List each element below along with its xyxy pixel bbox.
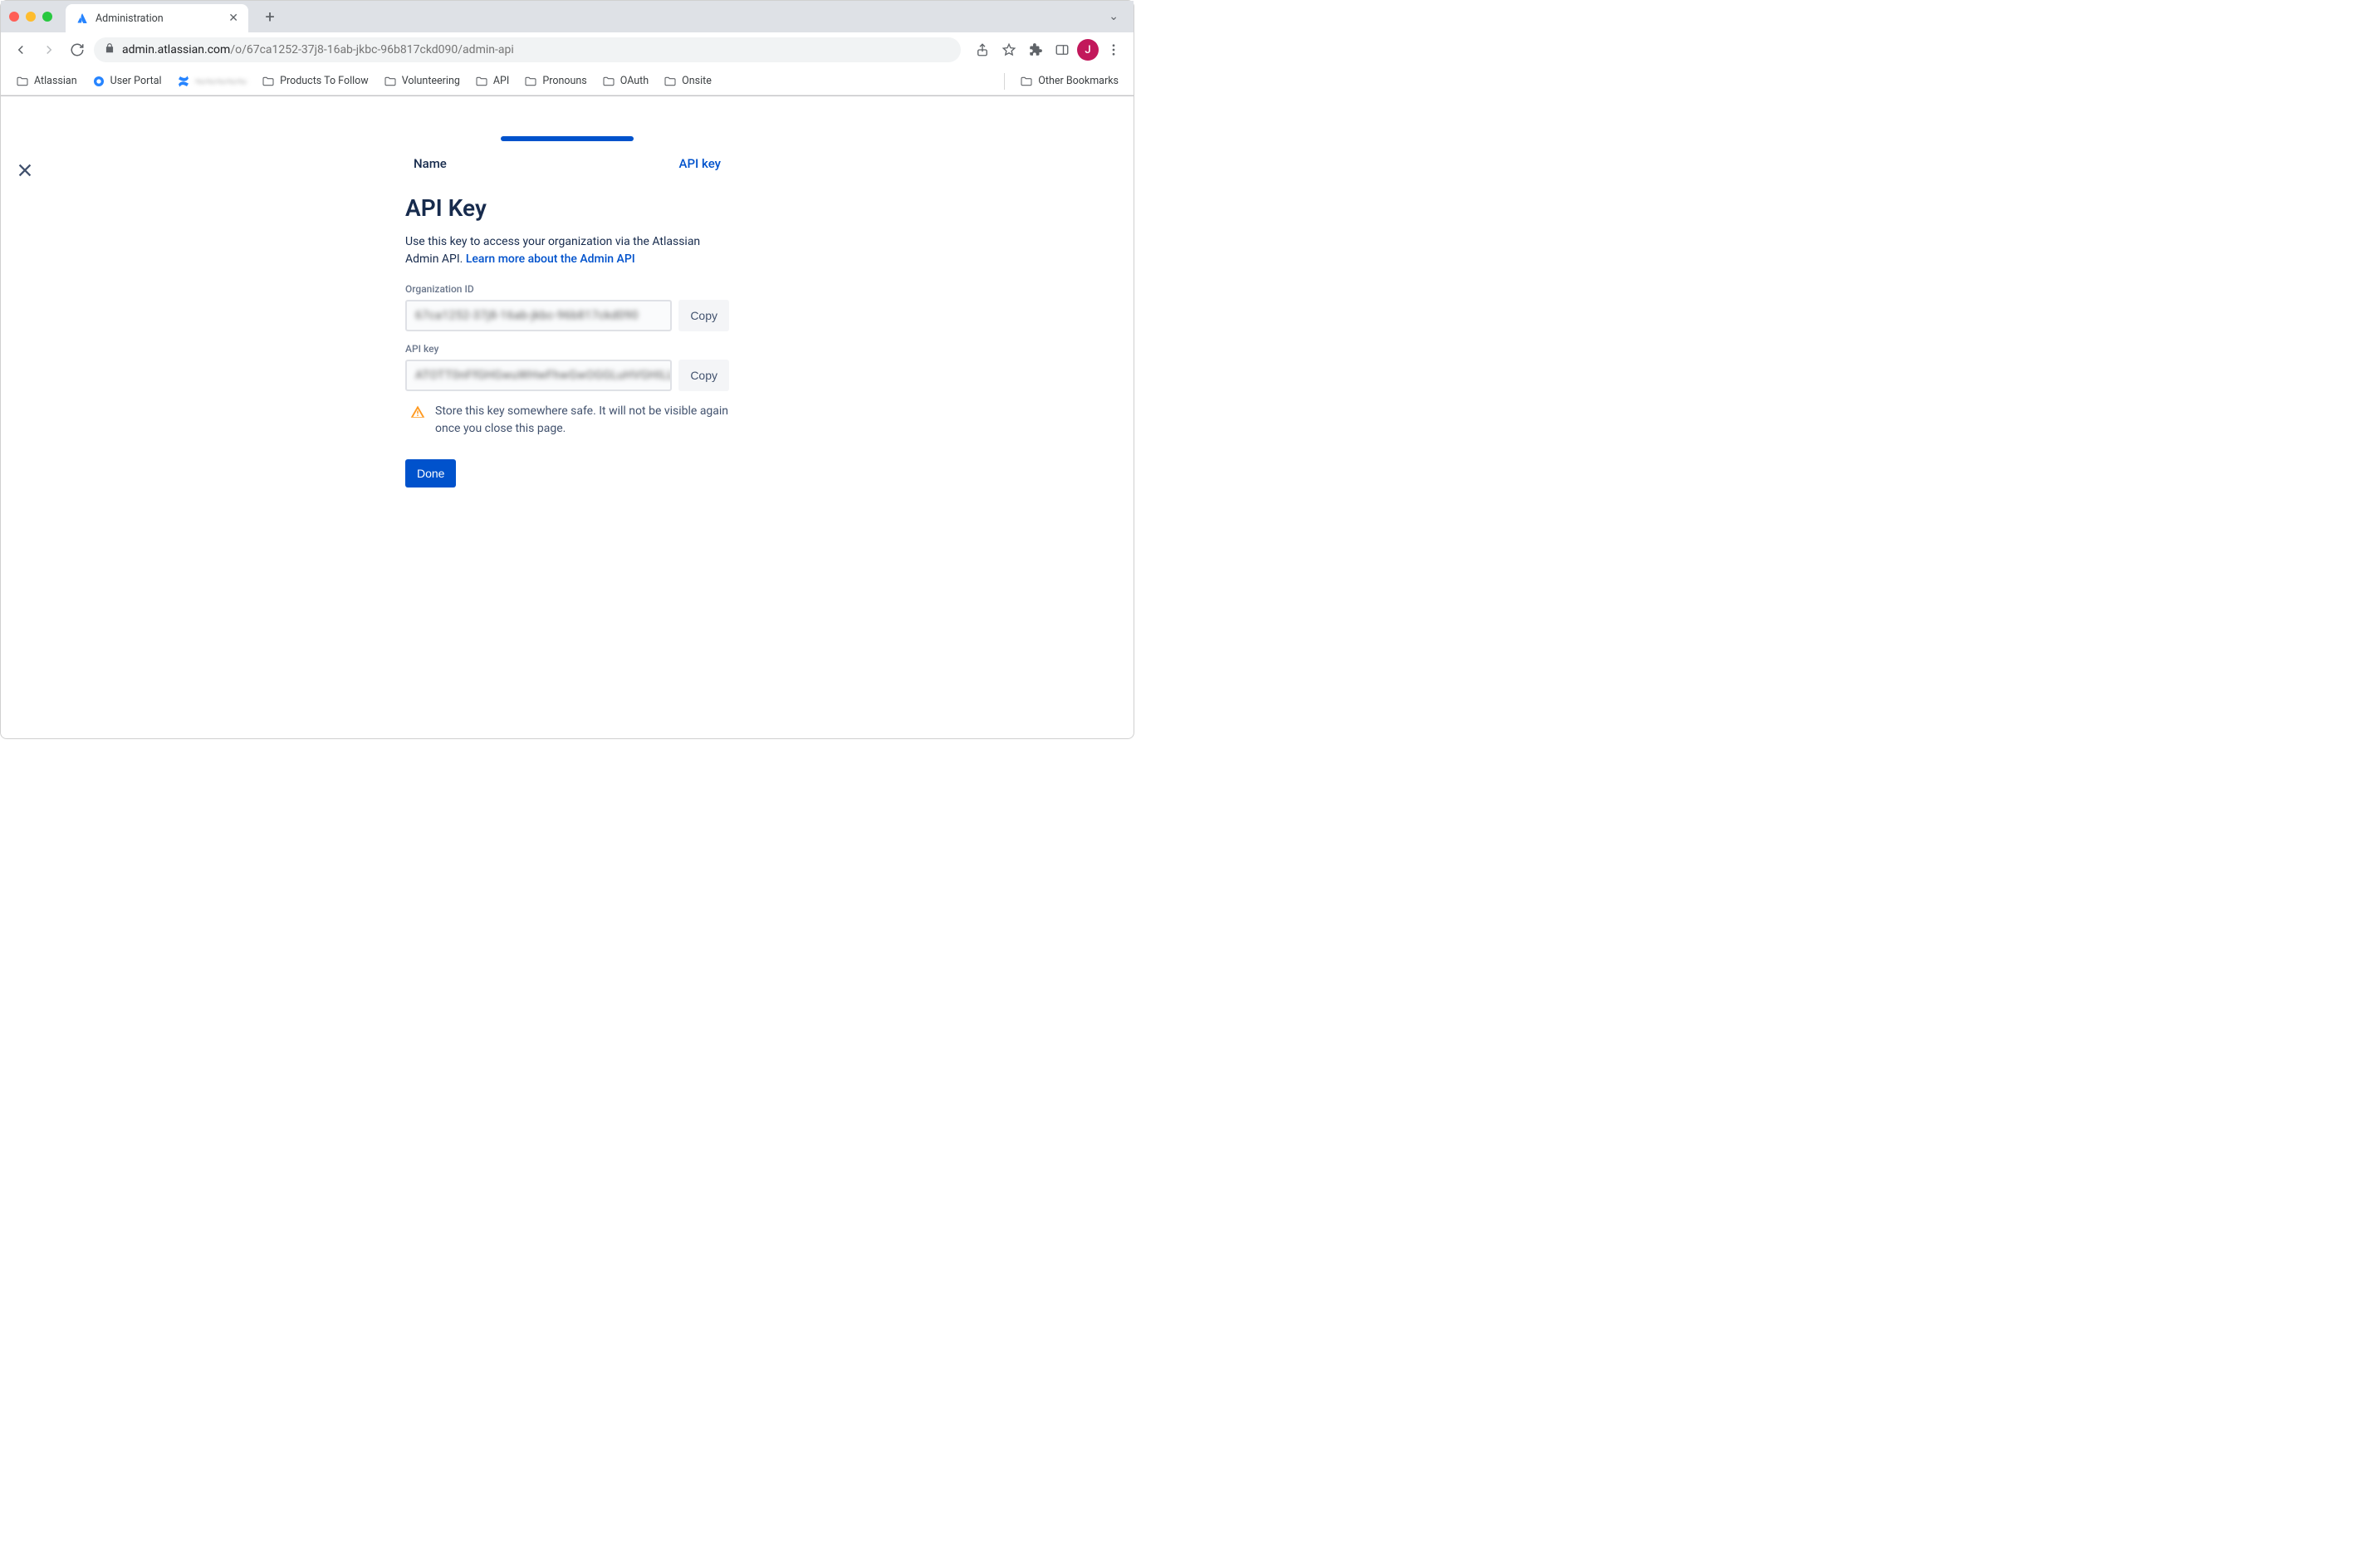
atlassian-icon: [76, 12, 89, 25]
step-apikey[interactable]: API key: [679, 156, 721, 171]
page-content: Name API key API Key Use this key to acc…: [1, 136, 1134, 487]
titlebar: Administration ✕ + ⌄: [1, 1, 1134, 32]
bookmark-onsite[interactable]: Onsite: [659, 71, 717, 91]
learn-more-link[interactable]: Learn more about the Admin API: [466, 252, 635, 266]
org-id-field[interactable]: 67ca1252-37j8-16ab-jkbc-96b817ckd090: [405, 300, 672, 331]
browser-tab[interactable]: Administration ✕: [66, 4, 248, 32]
address-bar[interactable]: admin.atlassian.com/o/67ca1252-37j8-16ab…: [94, 37, 961, 62]
copy-api-key-button[interactable]: Copy: [678, 360, 729, 391]
url-text: admin.atlassian.com/o/67ca1252-37j8-16ab…: [122, 43, 514, 56]
minimize-window-icon[interactable]: [26, 12, 36, 22]
progress-bar: [501, 136, 634, 141]
lock-icon: [104, 42, 115, 57]
maximize-window-icon[interactable]: [42, 12, 52, 22]
warning-message: Store this key somewhere safe. It will n…: [410, 403, 729, 438]
confluence-icon: [177, 75, 190, 88]
panel-icon[interactable]: [1050, 38, 1074, 61]
new-tab-button[interactable]: +: [258, 5, 282, 28]
forward-button[interactable]: [37, 38, 61, 61]
copy-org-id-button[interactable]: Copy: [678, 300, 729, 331]
api-key-field[interactable]: ATOTT0nFfGHGwuWHwFhwGwOGGLuHVGHILLHZF: [405, 360, 672, 391]
org-id-value: 67ca1252-37j8-16ab-jkbc-96b817ckd090: [415, 309, 639, 322]
portal-icon: [92, 75, 105, 88]
browser-chrome: Administration ✕ + ⌄ admin.atlassian.com…: [1, 1, 1134, 96]
tabs-dropdown-icon[interactable]: ⌄: [1102, 7, 1125, 27]
bookmark-api[interactable]: API: [470, 71, 514, 91]
done-button[interactable]: Done: [405, 459, 456, 487]
divider: [1004, 73, 1005, 90]
bookmark-pronouns[interactable]: Pronouns: [519, 71, 591, 91]
bookmark-redacted: ～～～～～: [195, 73, 247, 89]
bookmark-volunteering[interactable]: Volunteering: [379, 71, 465, 91]
bookmarks-bar: Atlassian User Portal ～～～～～ Products To …: [1, 67, 1134, 96]
close-window-icon[interactable]: [9, 12, 19, 22]
api-key-value: ATOTT0nFfGHGwuWHwFhwGwOGGLuHVGHILLHZF: [415, 369, 672, 382]
tab-close-icon[interactable]: ✕: [228, 12, 238, 25]
bookmark-products[interactable]: Products To Follow: [257, 71, 374, 91]
org-id-label: Organization ID: [405, 283, 729, 295]
reload-button[interactable]: [66, 38, 89, 61]
menu-icon[interactable]: [1102, 38, 1125, 61]
bookmark-confluence[interactable]: ～～～～～: [172, 70, 252, 92]
tab-title: Administration: [95, 12, 164, 25]
bookmark-atlassian[interactable]: Atlassian: [11, 71, 82, 91]
page-title: API Key: [405, 194, 729, 222]
toolbar: admin.atlassian.com/o/67ca1252-37j8-16ab…: [1, 32, 1134, 67]
bookmark-other[interactable]: Other Bookmarks: [1015, 71, 1124, 91]
bookmark-user-portal[interactable]: User Portal: [87, 71, 167, 91]
warning-icon: [410, 404, 425, 419]
back-button[interactable]: [9, 38, 32, 61]
api-key-label: API key: [405, 343, 729, 355]
close-button[interactable]: [12, 158, 37, 186]
star-icon[interactable]: [997, 38, 1021, 61]
progress-steps: Name API key: [405, 136, 729, 171]
bookmark-oauth[interactable]: OAuth: [597, 71, 654, 91]
share-icon[interactable]: [971, 38, 994, 61]
toolbar-right: J: [971, 38, 1125, 61]
traffic-lights: [9, 12, 52, 22]
page-description: Use this key to access your organization…: [405, 233, 729, 268]
step-name[interactable]: Name: [414, 156, 447, 171]
profile-avatar[interactable]: J: [1077, 39, 1099, 61]
extensions-icon[interactable]: [1024, 38, 1047, 61]
